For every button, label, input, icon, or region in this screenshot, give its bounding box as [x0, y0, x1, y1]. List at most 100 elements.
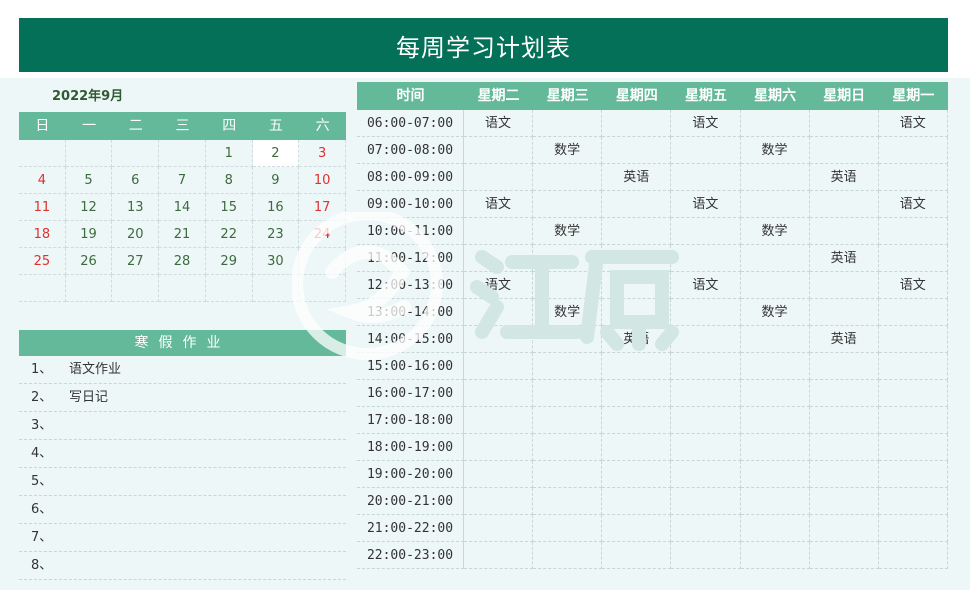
calendar-day-cell[interactable]	[299, 248, 346, 275]
homework-item[interactable]: 1、 语文作业	[19, 356, 346, 384]
schedule-cell[interactable]	[671, 164, 741, 191]
schedule-cell[interactable]	[740, 542, 810, 569]
schedule-cell[interactable]	[602, 407, 672, 434]
calendar-day-cell[interactable]	[112, 275, 160, 302]
schedule-cell[interactable]: 英语	[809, 164, 879, 191]
schedule-cell[interactable]	[464, 488, 534, 515]
schedule-cell[interactable]	[878, 164, 948, 191]
schedule-cell[interactable]	[740, 326, 810, 353]
calendar-day-cell[interactable]: 16	[252, 194, 300, 221]
schedule-cell[interactable]	[740, 164, 810, 191]
calendar-day-cell[interactable]: 9	[252, 167, 300, 194]
schedule-cell[interactable]	[533, 542, 603, 569]
schedule-cell[interactable]: 数学	[740, 299, 810, 326]
schedule-cell[interactable]	[533, 353, 603, 380]
schedule-cell[interactable]	[602, 299, 672, 326]
calendar-day-cell[interactable]: 22	[205, 221, 253, 248]
homework-item[interactable]: 3、	[19, 412, 346, 440]
calendar-day-cell[interactable]	[252, 275, 300, 302]
schedule-cell[interactable]: 英语	[602, 164, 672, 191]
schedule-cell[interactable]	[464, 326, 534, 353]
calendar-day-cell[interactable]	[112, 140, 160, 167]
schedule-cell[interactable]	[464, 353, 534, 380]
schedule-cell[interactable]	[464, 380, 534, 407]
calendar-day-cell[interactable]: 27	[112, 248, 160, 275]
calendar-day-cell[interactable]	[65, 140, 113, 167]
calendar-day-cell[interactable]	[159, 140, 206, 167]
schedule-cell[interactable]	[878, 407, 948, 434]
calendar-day-cell[interactable]: 11	[19, 194, 66, 221]
schedule-cell[interactable]	[671, 245, 741, 272]
schedule-cell[interactable]	[740, 434, 810, 461]
schedule-cell[interactable]: 语文	[464, 272, 534, 299]
schedule-cell[interactable]	[464, 245, 534, 272]
schedule-cell[interactable]	[809, 272, 879, 299]
homework-item[interactable]: 4、	[19, 440, 346, 468]
schedule-cell[interactable]: 数学	[533, 299, 603, 326]
schedule-cell[interactable]	[533, 434, 603, 461]
calendar-day-cell[interactable]: 5	[65, 167, 113, 194]
schedule-cell[interactable]	[602, 461, 672, 488]
calendar-day-cell[interactable]: 15	[205, 194, 253, 221]
schedule-cell[interactable]	[464, 164, 534, 191]
schedule-cell[interactable]	[533, 164, 603, 191]
calendar-day-cell[interactable]	[299, 275, 346, 302]
schedule-cell[interactable]	[809, 407, 879, 434]
schedule-cell[interactable]: 语文	[671, 191, 741, 218]
schedule-cell[interactable]	[671, 542, 741, 569]
schedule-cell[interactable]	[602, 542, 672, 569]
schedule-cell[interactable]: 英语	[809, 326, 879, 353]
schedule-cell[interactable]	[671, 461, 741, 488]
calendar-day-cell[interactable]: 25	[19, 248, 66, 275]
schedule-cell[interactable]	[671, 326, 741, 353]
calendar-day-cell[interactable]: 7	[159, 167, 206, 194]
calendar-day-cell[interactable]: 23	[252, 221, 300, 248]
schedule-cell[interactable]	[602, 137, 672, 164]
schedule-cell[interactable]	[809, 542, 879, 569]
calendar-day-cell[interactable]: 6	[112, 167, 160, 194]
calendar-day-cell[interactable]	[19, 140, 66, 167]
schedule-cell[interactable]	[740, 488, 810, 515]
schedule-cell[interactable]	[671, 488, 741, 515]
schedule-cell[interactable]	[533, 461, 603, 488]
homework-item[interactable]: 6、	[19, 496, 346, 524]
calendar-day-cell[interactable]: 14	[159, 194, 206, 221]
calendar-day-cell[interactable]: 4	[19, 167, 66, 194]
schedule-cell[interactable]	[464, 515, 534, 542]
schedule-cell[interactable]	[809, 515, 879, 542]
calendar-day-cell[interactable]: 12	[65, 194, 113, 221]
schedule-cell[interactable]	[464, 218, 534, 245]
schedule-cell[interactable]	[878, 353, 948, 380]
schedule-cell[interactable]	[671, 137, 741, 164]
calendar-day-cell[interactable]	[19, 275, 66, 302]
calendar-day-cell[interactable]: 18	[19, 221, 66, 248]
calendar-day-cell[interactable]: 26	[65, 248, 113, 275]
schedule-cell[interactable]	[533, 488, 603, 515]
schedule-cell[interactable]: 语文	[878, 272, 948, 299]
schedule-cell[interactable]	[464, 461, 534, 488]
schedule-cell[interactable]: 数学	[533, 137, 603, 164]
schedule-cell[interactable]	[602, 272, 672, 299]
schedule-cell[interactable]: 数学	[740, 137, 810, 164]
calendar-day-cell[interactable]: 17	[299, 194, 346, 221]
schedule-cell[interactable]	[809, 461, 879, 488]
schedule-cell[interactable]	[878, 299, 948, 326]
schedule-cell[interactable]	[533, 110, 603, 137]
calendar-day-cell[interactable]: 21	[159, 221, 206, 248]
schedule-cell[interactable]	[809, 353, 879, 380]
schedule-cell[interactable]	[533, 326, 603, 353]
schedule-cell[interactable]	[809, 137, 879, 164]
schedule-cell[interactable]	[878, 137, 948, 164]
schedule-cell[interactable]: 语文	[464, 191, 534, 218]
schedule-cell[interactable]: 语文	[464, 110, 534, 137]
schedule-cell[interactable]: 英语	[809, 245, 879, 272]
schedule-cell[interactable]: 语文	[671, 110, 741, 137]
calendar-day-cell[interactable]: 24	[299, 221, 346, 248]
schedule-cell[interactable]	[878, 488, 948, 515]
schedule-cell[interactable]	[464, 137, 534, 164]
schedule-cell[interactable]	[533, 515, 603, 542]
schedule-cell[interactable]	[809, 110, 879, 137]
schedule-cell[interactable]	[878, 542, 948, 569]
homework-item[interactable]: 7、	[19, 524, 346, 552]
schedule-cell[interactable]	[809, 218, 879, 245]
